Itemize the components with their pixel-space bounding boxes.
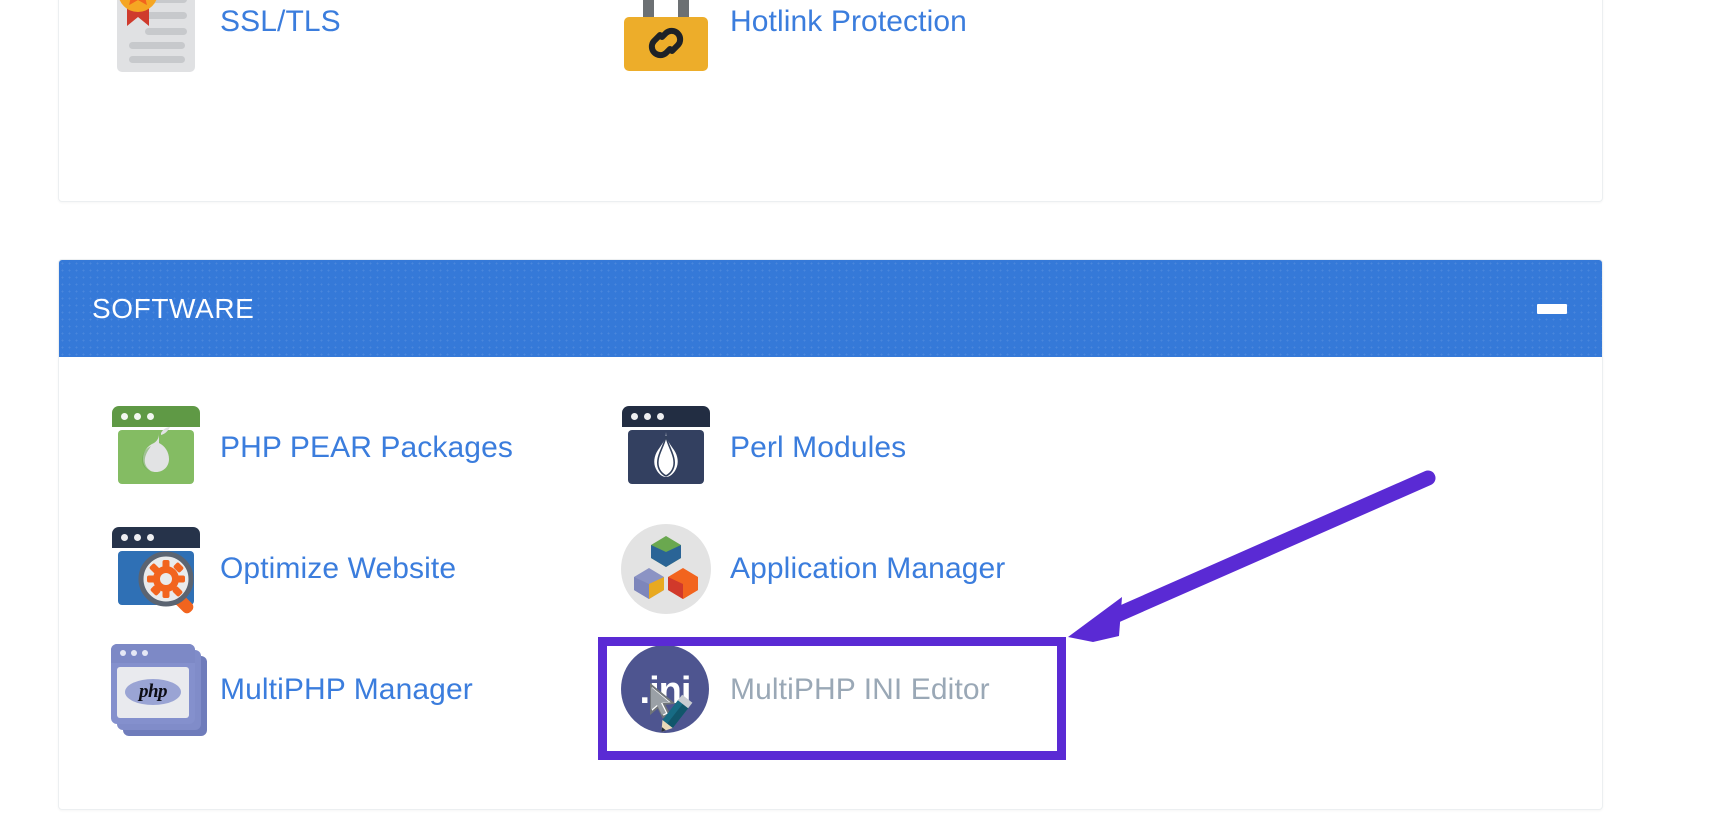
- security-item-grid: SSL/TLS Hotlink Prote: [59, 0, 1602, 82]
- tile-hotlink-protection[interactable]: Hotlink Protection: [621, 0, 1131, 82]
- security-panel: SSL/TLS Hotlink Prote: [58, 0, 1603, 202]
- tile-multiphp-manager[interactable]: php MultiPHP Manager: [111, 629, 621, 750]
- multiphp-manager-windows-icon: php: [111, 644, 201, 736]
- app-manager-cubes-icon: [621, 524, 711, 614]
- tile-label: Hotlink Protection: [730, 5, 967, 39]
- software-panel-header: SOFTWARE: [59, 260, 1602, 357]
- tile-label: SSL/TLS: [220, 5, 341, 39]
- software-panel: SOFTWARE: [58, 259, 1603, 810]
- tile-label: Perl Modules: [730, 431, 906, 465]
- php-pear-window-icon: [111, 406, 201, 490]
- tile-label: MultiPHP INI Editor: [730, 673, 990, 707]
- software-item-grid: PHP PEAR Packages: [59, 387, 1602, 750]
- tile-multiphp-ini-editor[interactable]: .ini: [621, 629, 1131, 750]
- tile-label: PHP PEAR Packages: [220, 431, 513, 465]
- ini-editor-pencil-icon: .ini: [621, 645, 711, 735]
- perl-onion-window-icon: [621, 406, 711, 490]
- tile-php-pear-packages[interactable]: PHP PEAR Packages: [111, 387, 621, 508]
- ssl-certificate-icon: [111, 0, 201, 72]
- tile-ssl-tls[interactable]: SSL/TLS: [111, 0, 621, 82]
- tile-label: Application Manager: [730, 552, 1005, 586]
- screenshot-root: SSL/TLS Hotlink Prote: [0, 0, 1715, 828]
- optimize-magnifier-gear-icon: [111, 527, 201, 611]
- tile-perl-modules[interactable]: Perl Modules: [621, 387, 1131, 508]
- tile-label: Optimize Website: [220, 552, 456, 586]
- padlock-link-icon: [621, 0, 711, 71]
- tile-label: MultiPHP Manager: [220, 673, 473, 707]
- page-title: SOFTWARE: [92, 293, 254, 325]
- software-panel-body: PHP PEAR Packages: [59, 357, 1602, 786]
- tile-application-manager[interactable]: Application Manager: [621, 508, 1131, 629]
- minus-icon[interactable]: [1535, 292, 1569, 326]
- tile-optimize-website[interactable]: Optimize Website: [111, 508, 621, 629]
